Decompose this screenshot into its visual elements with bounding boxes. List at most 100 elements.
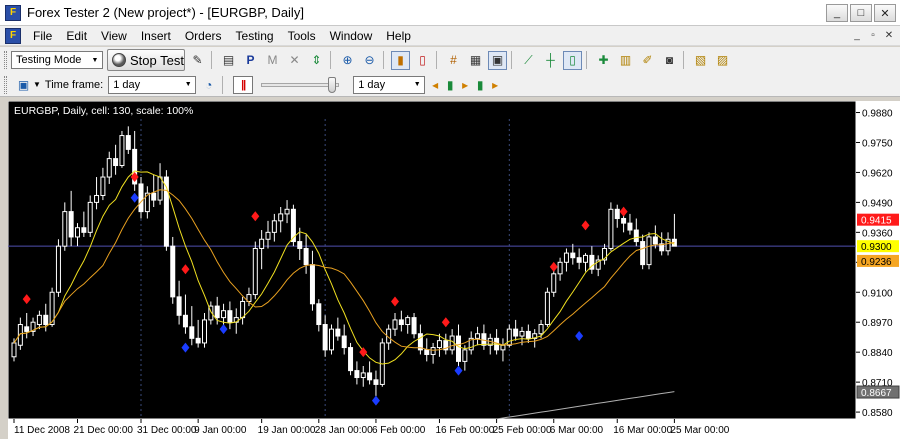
maximize-button[interactable]: □ [850,4,872,22]
step-back-icon[interactable]: ◂ [428,75,442,94]
candle-body [462,349,468,362]
candle-body [87,201,93,233]
candle-body [75,227,80,238]
chart-canvas[interactable]: 0.98800.97500.96200.94900.93600.92300.91… [8,101,900,439]
shift-icon[interactable]: ▣ [488,50,507,70]
mdi-close-button[interactable]: ✕ [882,28,896,42]
new-order-icon[interactable]: ▤ [219,51,238,70]
menu-view[interactable]: View [101,29,127,43]
close-order-icon[interactable]: ✕ [285,51,304,70]
price-chart[interactable]: 0.98800.97500.96200.94900.93600.92300.91… [8,101,900,439]
bar-chart-icon[interactable]: ▮ [391,50,410,70]
toolbar-grip[interactable] [4,75,7,94]
candle-body [24,326,30,332]
close-button[interactable]: ✕ [874,4,896,22]
candle-body [170,245,176,298]
title-bar[interactable]: F Forex Tester 2 (New project*) - [EURGB… [0,0,900,26]
candle-body [513,328,519,337]
mode-select[interactable]: Testing Mode ▼ [11,51,103,69]
menu-orders[interactable]: Orders [185,29,222,43]
candle-body [259,238,265,249]
market-order-icon[interactable]: ⇕ [307,51,326,70]
time-tick-label: 19 Jan 00:00 [258,425,316,436]
candle-body [583,254,588,263]
candle-line-icon[interactable]: ▯ [563,50,582,70]
menu-window[interactable]: Window [330,29,373,43]
menu-help[interactable]: Help [386,29,411,43]
time-tick-label: 6 Mar 00:00 [550,425,604,436]
candle-body [125,135,131,150]
toolbar-separator [511,51,512,69]
step-timeframe-value: 1 day [358,78,386,91]
edit-icon[interactable]: ✎ [188,51,207,70]
indicator-add-icon[interactable]: ✚ [594,51,613,70]
chevron-down-icon[interactable]: ▼ [33,80,41,89]
stop-test-button[interactable]: Stop Test [107,49,185,71]
price-tick-label: 0.9100 [862,288,893,299]
menu-tools[interactable]: Tools [288,29,316,43]
volume-icon[interactable]: ▦ [466,51,485,70]
menu-edit[interactable]: Edit [66,29,87,43]
template-icon[interactable]: ▥ [616,51,635,70]
speed-slider[interactable] [261,76,340,94]
zoom-out-icon[interactable]: ⊖ [360,51,379,70]
candle-body [11,342,17,358]
menu-insert[interactable]: Insert [141,29,171,43]
candle-body [551,273,557,293]
export-icon[interactable]: ▧ [691,51,710,70]
candle-body [614,208,620,220]
menu-file[interactable]: File [33,29,52,43]
timeframe-select[interactable]: 1 day ▼ [108,75,197,94]
speed-gauge-icon[interactable]: ◔ [199,75,218,94]
candle-body [544,291,550,326]
time-tick-label: 9 Jan 00:00 [194,425,247,436]
chevron-down-icon: ▼ [91,56,99,64]
step-timeframe-select[interactable]: 1 day ▼ [353,75,426,94]
step-forward-bar-icon[interactable]: ▮ [475,75,485,94]
toolbar-grip[interactable] [4,51,7,69]
candle-body [576,257,582,263]
line-chart-icon[interactable]: ⟋ [519,51,538,70]
data-icon[interactable]: ▨ [713,51,732,70]
candle-body [348,347,354,372]
candle-chart-icon[interactable]: ▯ [413,51,432,70]
minimize-button[interactable]: _ [826,4,848,22]
pending-order-icon[interactable]: P [241,51,260,70]
brush-icon[interactable]: ✐ [638,51,657,70]
candle-body [500,344,506,351]
pause-button[interactable]: || [233,75,254,94]
mdi-restore-button[interactable]: ▫ [866,28,880,42]
candle-body [398,319,404,326]
toolbar-separator [330,51,331,69]
document-icon[interactable]: F [5,27,21,44]
candle-body [506,328,512,346]
plot-background [8,101,857,420]
mdi-controls: _ ▫ ✕ [850,28,896,42]
menu-bar: F File Edit View Insert Orders Testing T… [0,26,900,46]
candle-body [240,300,246,319]
fast-forward-icon[interactable]: ▸ [488,75,502,94]
mdi-minimize-button[interactable]: _ [850,28,864,42]
main-toolbar: Testing Mode ▼ Stop Test ✎ ▤ P M ✕ ⇕ ⊕ ⊖… [0,47,900,73]
time-tick-label: 16 Mar 00:00 [613,425,672,436]
step-back-bar-icon[interactable]: ▮ [445,75,455,94]
zoom-in-icon[interactable]: ⊕ [338,51,357,70]
candle-body [62,211,68,247]
candle-body [436,340,442,349]
bar-line-icon[interactable]: ┼ [541,51,560,70]
grid-icon[interactable]: # [444,51,463,70]
modify-order-icon[interactable]: M [263,51,282,70]
window-controls: _ □ ✕ [826,4,896,22]
camera-icon[interactable]: ◙ [660,51,679,70]
add-chart-icon[interactable]: ▣ [14,75,33,94]
time-tick-label: 6 Feb 00:00 [372,425,426,436]
time-tick-label: 21 Dec 00:00 [74,425,134,436]
candle-body [475,333,481,339]
toolbar-separator [211,51,212,69]
candle-body [252,247,258,296]
step-forward-icon[interactable]: ▸ [458,75,472,94]
speed-slider-thumb[interactable] [327,76,336,93]
candle-body [373,379,379,385]
menu-testing[interactable]: Testing [236,29,274,43]
candle-body [519,330,525,337]
